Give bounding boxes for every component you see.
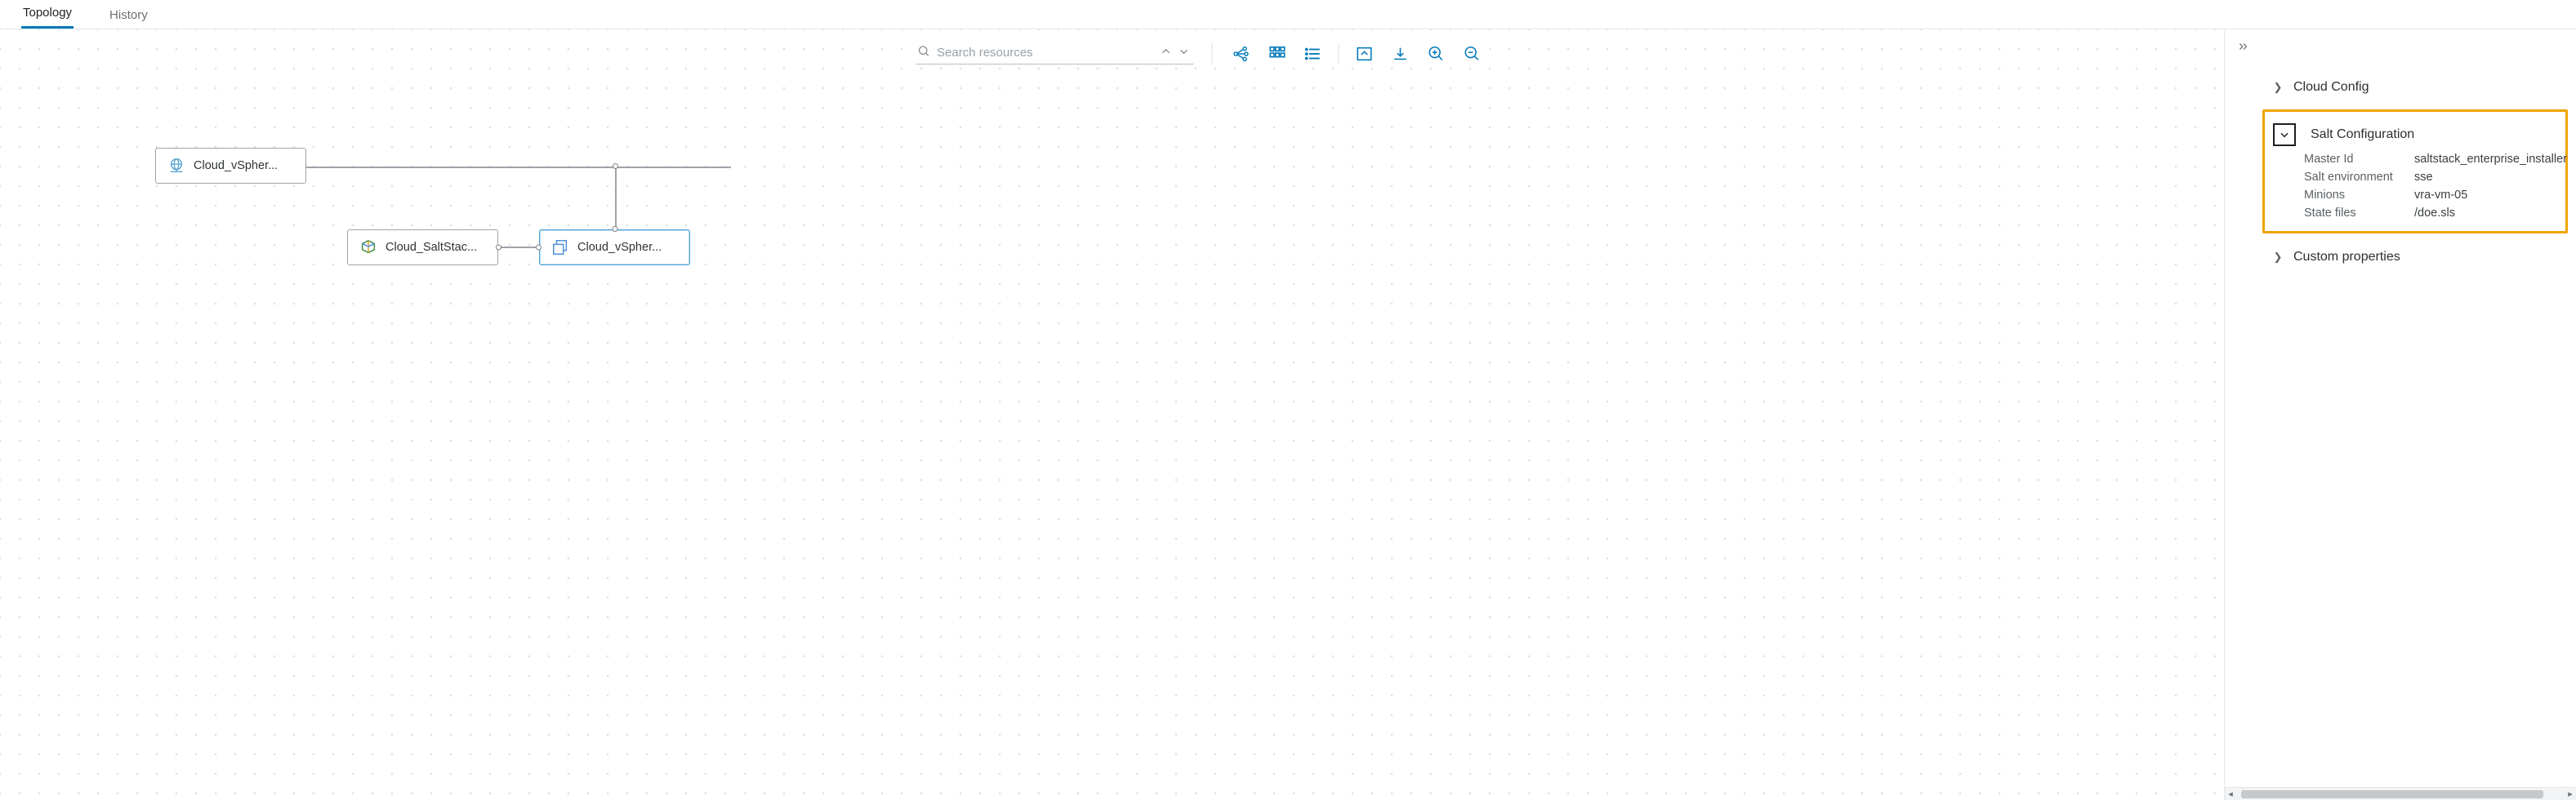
panel-scrollbar[interactable]: ◂ ▸ <box>2225 787 2576 800</box>
saltstack-icon <box>359 238 377 256</box>
prop-value: sse <box>2414 171 2567 184</box>
panel-collapse-icon[interactable] <box>2236 41 2251 55</box>
node-label: Cloud_vSpher... <box>577 241 662 254</box>
prop-key: State files <box>2304 207 2398 220</box>
search-input[interactable] <box>935 45 1152 60</box>
view-list-icon[interactable] <box>1302 44 1323 64</box>
node-label: Cloud_SaltStac... <box>386 241 477 254</box>
network-icon <box>167 157 185 175</box>
prop-key: Master Id <box>2304 153 2398 166</box>
scroll-left-icon[interactable]: ◂ <box>2225 789 2236 799</box>
search-box[interactable] <box>916 43 1193 64</box>
chevron-right-icon: ❯ <box>2271 251 2285 264</box>
search-prev-icon[interactable] <box>1157 46 1174 60</box>
view-grid-icon[interactable] <box>1266 44 1287 64</box>
search-icon <box>917 45 930 60</box>
section-title: Custom properties <box>2293 250 2400 264</box>
node-vsphere-machine[interactable]: Cloud_vSpher... <box>539 229 690 265</box>
fit-screen-icon[interactable] <box>1353 44 1375 64</box>
section-salt-config-highlight: Salt Configuration Master Id saltstack_e… <box>2262 109 2568 233</box>
chevron-right-icon: ❯ <box>2271 81 2285 94</box>
topology-canvas[interactable]: Cloud_vSpher... Cloud_SaltStac... Cloud_… <box>0 29 2225 800</box>
node-saltstack[interactable]: Cloud_SaltStac... <box>347 229 498 265</box>
node-network[interactable]: Cloud_vSpher... <box>155 148 306 184</box>
node-label: Cloud_vSpher... <box>194 159 278 172</box>
chevron-down-icon <box>2273 123 2296 146</box>
view-graph-icon[interactable] <box>1230 44 1251 64</box>
prop-value: saltstack_enterprise_installer <box>2414 153 2567 166</box>
connector-port-icon <box>612 226 617 232</box>
section-cloud-config[interactable]: ❯ Cloud Config <box>2271 73 2565 101</box>
zoom-in-icon[interactable] <box>1425 44 1446 64</box>
tab-topology[interactable]: Topology <box>21 6 74 29</box>
section-custom-properties[interactable]: ❯ Custom properties <box>2271 243 2565 271</box>
properties-panel: ❯ Network ❯ Cloud Config Salt Configurat… <box>2225 29 2576 800</box>
prop-value: /doe.sls <box>2414 207 2567 220</box>
scroll-thumb[interactable] <box>2241 790 2543 798</box>
section-title: Cloud Config <box>2293 80 2369 95</box>
connector-port-icon <box>496 245 501 251</box>
tab-history[interactable]: History <box>108 8 149 29</box>
prop-key: Salt environment <box>2304 171 2398 184</box>
vm-icon <box>551 238 569 256</box>
section-title: Salt Configuration <box>2311 127 2414 142</box>
search-next-icon[interactable] <box>1175 46 1192 60</box>
scroll-right-icon[interactable]: ▸ <box>2565 789 2576 799</box>
section-salt-config[interactable]: Salt Configuration <box>2273 117 2557 153</box>
download-icon[interactable] <box>1389 44 1411 64</box>
prop-key: Minions <box>2304 189 2398 202</box>
connector-port-icon <box>613 163 618 169</box>
prop-value: vra-vm-05 <box>2414 189 2567 202</box>
connector-port-icon <box>536 245 541 251</box>
zoom-out-icon[interactable] <box>1461 44 1482 64</box>
